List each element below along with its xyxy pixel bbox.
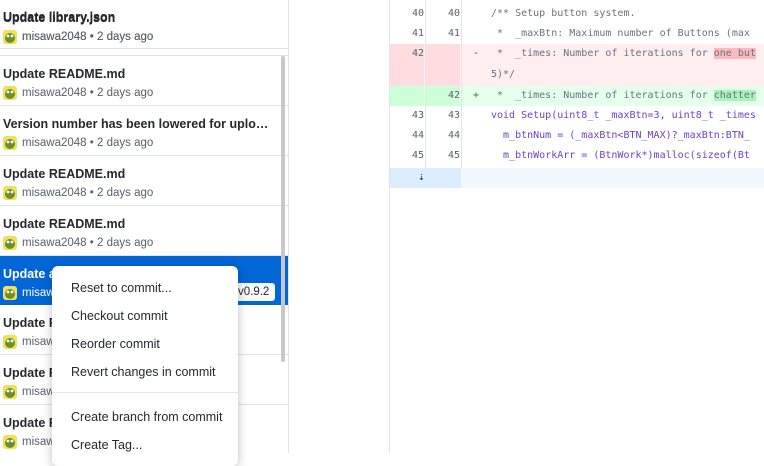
code-text: * _times: Number of iterations for chatt… <box>491 86 756 106</box>
code-wrap: 5)*/ <box>491 69 516 80</box>
new-line-number: 41 <box>447 28 460 39</box>
list-scrollbar[interactable] <box>281 56 285 362</box>
commit-author: misaw <box>22 436 55 448</box>
commit-summary: Version number has been lowered for uplo… <box>3 117 273 131</box>
code-highlight-added: chatter <box>713 90 756 101</box>
commit-item[interactable]: Update README.md misawa2048 • 2 days ago <box>0 156 288 206</box>
commit-summary: Update library.json <box>3 10 116 24</box>
meta-separator: • <box>86 87 97 99</box>
commit-meta: misaw <box>3 435 55 449</box>
commit-time: 2 days ago <box>97 87 154 99</box>
diff-line: 41 41 * _maxBtn: Maximum number of Butto… <box>390 24 764 44</box>
old-line-number: 44 <box>411 130 424 141</box>
code-text: * _maxBtn: Maximum number of Buttons (ma… <box>491 28 750 39</box>
new-line-number: 45 <box>447 150 460 161</box>
meta-separator: • <box>86 237 97 249</box>
new-line-number <box>426 44 460 86</box>
code-text: m_btnWorkArr = (BtnWork*)malloc(sizeof(B… <box>491 150 750 161</box>
author-avatar <box>3 30 17 44</box>
author-avatar <box>3 286 17 300</box>
code-text: * _times: Number of iterations for one b… <box>491 44 756 64</box>
commit-item[interactable]: Update README.md misawa2048 • 2 days ago <box>0 206 288 256</box>
code-segment: * _times: Number of iterations for <box>491 48 714 59</box>
commit-author: misawa2048 <box>22 187 87 199</box>
diff-line: 43 43 void Setup(uint8_t _maxBtn=3, uint… <box>390 106 764 126</box>
commit-time: 2 days ago <box>97 137 154 149</box>
old-line-number: 41 <box>411 28 424 39</box>
commit-meta: misawa2048 • 2 days ago <box>3 136 153 150</box>
commit-author: misaw <box>22 336 55 348</box>
menu-item-reorder-commit[interactable]: Reorder commit <box>52 330 238 358</box>
old-line-number: 45 <box>411 150 424 161</box>
author-avatar <box>3 435 17 449</box>
menu-item-reset-to-commit[interactable]: Reset to commit... <box>52 274 238 302</box>
expand-context-bar[interactable]: ⇣ <box>390 168 764 188</box>
menu-item-create-tag[interactable]: Create Tag... <box>52 431 238 459</box>
diff-marker: + <box>473 90 480 101</box>
new-line-number: 43 <box>447 110 460 121</box>
commit-meta: misaw <box>3 286 55 300</box>
code-text: void Setup(uint8_t _maxBtn=3, uint8_t _t… <box>491 110 756 121</box>
code-text: /** Setup button system. <box>491 8 636 19</box>
author-avatar <box>3 86 17 100</box>
menu-item-revert-changes[interactable]: Revert changes in commit <box>52 358 238 386</box>
commit-time: 2 days ago <box>97 237 154 249</box>
meta-separator: • <box>86 187 97 199</box>
old-line-number <box>390 86 424 106</box>
old-line-number: 43 <box>411 110 424 121</box>
commit-author: misawa2048 <box>22 87 87 99</box>
commit-item[interactable]: Version number has been lowered for uplo… <box>0 106 288 156</box>
diff-view: 40 40 /** Setup button system. 41 41 * _… <box>389 0 764 453</box>
diff-line-added: 42 + * _times: Number of iterations for … <box>390 86 764 106</box>
commit-author: misaw <box>22 287 55 299</box>
new-line-number: 42 <box>426 86 460 106</box>
commit-meta: misawa2048 • 2 days ago <box>3 236 153 250</box>
author-avatar <box>3 385 17 399</box>
expander-gutter <box>390 168 461 188</box>
commit-author: misawa2048 <box>22 237 87 249</box>
commit-summary: Update README.md <box>3 167 126 181</box>
commit-summary: Update README.md <box>3 217 126 231</box>
commit-item[interactable]: Update README.md misawa2048 • 2 days ago <box>0 56 288 106</box>
code-segment: * _times: Number of iterations for <box>491 90 714 101</box>
diff-line: 44 44 m_btnNum = (_maxBtn<BTN_MAX)?_maxB… <box>390 126 764 146</box>
commit-item[interactable]: Update library.json misawa2048 • 2 days … <box>0 0 288 56</box>
expand-down-icon[interactable]: ⇣ <box>418 170 425 183</box>
tag-badge: v0.9.2 <box>232 283 276 301</box>
old-line-number: 40 <box>411 8 424 19</box>
commit-time: 2 days ago <box>97 187 154 199</box>
diff-line: 45 45 m_btnWorkArr = (BtnWork*)malloc(si… <box>390 146 764 166</box>
menu-item-create-branch[interactable]: Create branch from commit <box>52 403 238 431</box>
commit-meta: misawa2048 • 2 days ago <box>3 186 153 200</box>
gutter-divider <box>461 0 462 168</box>
menu-item-checkout-commit[interactable]: Checkout commit <box>52 302 238 330</box>
commit-author: misawa2048 <box>22 31 87 43</box>
diff-marker: - <box>473 48 480 59</box>
diff-line-deleted: 42 - * _times: Number of iterations for … <box>390 44 764 86</box>
code-text: m_btnNum = (_maxBtn<BTN_MAX)?_maxBtn:BTN… <box>491 130 750 141</box>
commit-meta: misawa2048 • 2 days ago <box>3 86 153 100</box>
commit-meta: misawa2048 • 2 days ago <box>3 30 153 44</box>
meta-separator: • <box>86 137 97 149</box>
author-avatar <box>3 186 17 200</box>
old-line-number: 42 <box>390 44 424 86</box>
commit-meta: misaw <box>3 335 55 349</box>
author-avatar <box>3 335 17 349</box>
commit-context-menu: Reset to commit... Checkout commit Reord… <box>52 266 238 466</box>
new-line-number: 40 <box>447 8 460 19</box>
code-highlight-deleted: one but <box>713 48 756 59</box>
commit-author: misaw <box>22 386 55 398</box>
author-avatar <box>3 136 17 150</box>
menu-divider <box>52 392 238 393</box>
commit-summary: Update README.md <box>3 67 126 81</box>
commit-time: 2 days ago <box>97 31 154 43</box>
commit-author: misawa2048 <box>22 137 87 149</box>
new-line-number: 44 <box>447 130 460 141</box>
commit-meta: misaw <box>3 385 55 399</box>
meta-separator: • <box>86 31 97 43</box>
gutter-divider <box>425 0 426 168</box>
author-avatar <box>3 236 17 250</box>
diff-line: 40 40 /** Setup button system. <box>390 4 764 24</box>
